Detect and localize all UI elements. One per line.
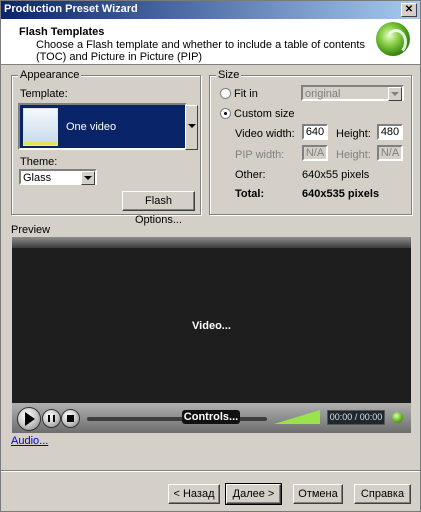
theme-dropdown-arrow-icon[interactable] (81, 171, 95, 185)
fit-in-value: original (305, 88, 341, 100)
appearance-group: Appearance Template: One video Theme: Gl… (11, 69, 201, 226)
template-list[interactable]: One video (18, 103, 187, 150)
title-bar: Production Preset Wizard ✕ (1, 1, 420, 19)
theme-select[interactable]: Glass (19, 169, 97, 185)
other-value: 640x55 pixels (302, 169, 370, 181)
stop-button[interactable] (61, 409, 80, 428)
other-label: Other: (235, 169, 266, 181)
close-button[interactable]: ✕ (401, 3, 417, 17)
theme-label: Theme: (20, 156, 58, 168)
preview-video-area: Video... (12, 248, 411, 403)
template-value: One video (66, 121, 117, 133)
page-description: Choose a Flash template and whether to i… (36, 39, 365, 63)
audio-link[interactable]: Audio... (11, 435, 48, 447)
flash-options-button[interactable]: Flash Options... (122, 191, 195, 226)
status-indicator-icon (392, 412, 403, 423)
pip-height-input[interactable]: N/A (377, 145, 403, 161)
template-dropdown-arrow-icon[interactable] (185, 105, 198, 150)
controls-placeholder-text: Controls... (182, 410, 240, 424)
volume-slider[interactable] (274, 410, 320, 424)
preview-top-bar (12, 237, 411, 248)
template-thumbnail (23, 108, 58, 146)
fit-in-label[interactable]: Fit in (234, 88, 258, 100)
fit-in-radio[interactable] (220, 88, 231, 99)
footer-divider (1, 470, 420, 472)
video-height-label: Height: (336, 128, 371, 140)
pip-width-label: PIP width: (235, 149, 285, 161)
wizard-header: Flash Templates Choose a Flash template … (1, 19, 420, 65)
cancel-button[interactable]: Отмена (293, 484, 343, 504)
fit-in-select[interactable]: original (301, 85, 404, 101)
template-label: Template: (20, 88, 68, 100)
video-width-input[interactable]: 640 (302, 124, 328, 140)
size-group: Size Fit in original Custom size Video w… (209, 69, 412, 215)
camtasia-logo-icon (376, 22, 410, 56)
next-button[interactable]: Далее > (225, 483, 282, 505)
appearance-group-label: Appearance (18, 69, 82, 81)
back-button[interactable]: < Назад (168, 484, 220, 504)
pip-height-label: Height: (336, 149, 371, 161)
pause-button[interactable] (42, 409, 61, 428)
video-width-label: Video width: (235, 128, 295, 140)
seek-bar[interactable] (87, 417, 267, 421)
custom-size-label[interactable]: Custom size (234, 108, 295, 120)
pause-icon (48, 415, 55, 422)
time-display: 00:00 / 00:00 (327, 410, 385, 425)
pip-width-input[interactable]: N/A (302, 145, 328, 161)
video-height-input[interactable]: 480 (377, 124, 403, 140)
fit-in-dropdown-arrow-icon[interactable] (388, 87, 402, 101)
play-button[interactable] (17, 407, 41, 431)
video-placeholder-text: Video... (192, 320, 231, 332)
theme-value: Glass (23, 172, 52, 184)
preview-panel: Video... Controls... 00:00 / 00:00 (12, 237, 411, 433)
preview-controls-bar: Controls... 00:00 / 00:00 (12, 403, 411, 433)
total-label: Total: (235, 188, 265, 200)
wizard-window: Production Preset Wizard ✕ Flash Templat… (0, 0, 421, 512)
stop-icon (67, 415, 74, 422)
play-icon (25, 412, 35, 426)
size-group-label: Size (216, 69, 242, 81)
window-title: Production Preset Wizard (4, 3, 138, 15)
page-title: Flash Templates (19, 26, 105, 38)
preview-label: Preview (11, 224, 51, 236)
help-button[interactable]: Справка (354, 484, 411, 504)
total-value: 640x535 pixels (302, 188, 380, 200)
custom-size-radio[interactable] (220, 108, 231, 119)
